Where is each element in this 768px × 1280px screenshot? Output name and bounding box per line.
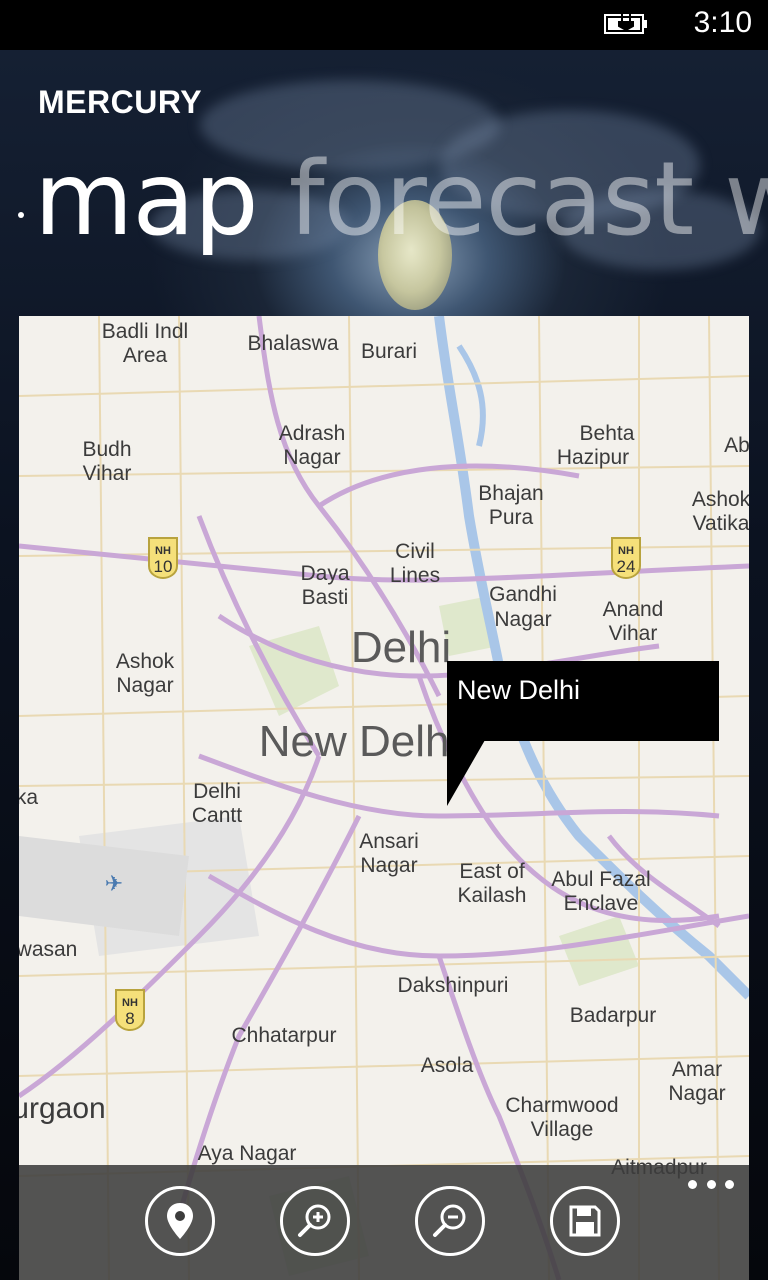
application-bar	[19, 1165, 749, 1280]
svg-text:Burari: Burari	[361, 340, 417, 363]
svg-text:Chhatarpur: Chhatarpur	[231, 1024, 336, 1047]
svg-text:Village: Village	[531, 1118, 594, 1141]
pivot-item-next[interactable]: w	[724, 140, 768, 259]
svg-text:Pura: Pura	[489, 506, 534, 529]
zoom-in-icon	[298, 1204, 331, 1237]
my-location-button[interactable]	[145, 1186, 215, 1256]
svg-text:Vihar: Vihar	[83, 462, 132, 485]
map-view[interactable]: ✈ NH 10 NH 24 NH 8 Badli Indl Area Bhala…	[19, 316, 749, 1280]
pivot-item-map[interactable]: map	[34, 140, 259, 259]
dot-icon	[706, 1180, 716, 1189]
svg-text:ka: ka	[19, 786, 38, 809]
svg-text:Nagar: Nagar	[360, 854, 417, 877]
pivot-item-forecast[interactable]: forecast	[289, 140, 694, 259]
zoom-out-button[interactable]	[415, 1186, 485, 1256]
svg-text:Cantt: Cantt	[192, 804, 242, 827]
svg-text:Lines: Lines	[390, 564, 440, 587]
svg-text:East of: East of	[459, 860, 525, 883]
zoom-out-icon	[433, 1204, 466, 1237]
callout-label: New Delhi	[457, 675, 581, 705]
svg-text:Basti: Basti	[302, 586, 349, 609]
svg-text:Amar: Amar	[672, 1058, 722, 1081]
location-pin-icon	[167, 1203, 193, 1239]
save-button[interactable]	[550, 1186, 620, 1256]
svg-text:Area: Area	[123, 344, 168, 367]
zoom-in-button[interactable]	[280, 1186, 350, 1256]
svg-text:Adrash: Adrash	[279, 422, 346, 445]
svg-text:Nagar: Nagar	[283, 446, 340, 469]
svg-text:Nagar: Nagar	[494, 608, 551, 631]
svg-text:Bhalaswa: Bhalaswa	[247, 332, 338, 355]
svg-text:Delhi: Delhi	[193, 780, 241, 803]
svg-text:Badarpur: Badarpur	[570, 1004, 656, 1027]
svg-text:✈: ✈	[105, 872, 123, 897]
svg-text:Civil: Civil	[395, 540, 435, 563]
svg-text:Asola: Asola	[421, 1054, 474, 1077]
svg-text:NH: NH	[155, 545, 171, 557]
svg-text:Charmwood: Charmwood	[505, 1094, 618, 1117]
svg-text:Nagar: Nagar	[668, 1082, 725, 1105]
callout-pointer	[447, 740, 485, 806]
svg-text:Dakshinpuri: Dakshinpuri	[398, 974, 509, 997]
svg-text:Hazipur: Hazipur	[557, 446, 629, 469]
svg-text:Anand: Anand	[603, 598, 664, 621]
dot-icon	[688, 1180, 697, 1189]
battery-charging-icon	[604, 14, 647, 34]
map-graphic: ✈ NH 10 NH 24 NH 8 Badli Indl Area Bhala…	[19, 316, 749, 1280]
svg-text:Delhi: Delhi	[351, 623, 451, 672]
pivot-header: map forecast w	[34, 140, 768, 259]
dot-icon	[725, 1180, 734, 1189]
svg-text:Gandhi: Gandhi	[489, 583, 557, 606]
svg-text:Abul Fazal: Abul Fazal	[551, 868, 650, 891]
svg-text:New Delhi: New Delhi	[259, 717, 460, 766]
svg-text:Aya Nagar: Aya Nagar	[198, 1142, 297, 1165]
svg-text:NH: NH	[122, 997, 138, 1009]
svg-text:Behta: Behta	[580, 422, 635, 445]
svg-text:wasan: wasan	[19, 938, 77, 961]
svg-text:Ashok: Ashok	[692, 488, 749, 511]
svg-text:8: 8	[125, 1009, 134, 1028]
status-bar: 3:10	[0, 0, 768, 50]
svg-text:Vihar: Vihar	[609, 622, 658, 645]
svg-text:Daya: Daya	[300, 562, 349, 585]
svg-text:Budh: Budh	[82, 438, 131, 461]
svg-text:urgaon: urgaon	[19, 1092, 106, 1125]
svg-text:Ab: Ab	[724, 434, 749, 457]
svg-text:NH: NH	[618, 545, 634, 557]
svg-text:Nagar: Nagar	[116, 674, 173, 697]
svg-text:Enclave: Enclave	[564, 892, 639, 915]
svg-text:Ashok: Ashok	[116, 650, 175, 673]
save-icon	[569, 1205, 601, 1237]
svg-text:Bhajan: Bhajan	[478, 482, 543, 505]
svg-text:Kailash: Kailash	[458, 884, 527, 907]
svg-text:24: 24	[617, 557, 636, 576]
clock: 3:10	[693, 6, 752, 39]
svg-text:Badli Indl: Badli Indl	[102, 320, 188, 343]
location-callout[interactable]: New Delhi	[447, 661, 719, 741]
app-title: MERCURY	[38, 84, 203, 120]
more-options-button[interactable]	[688, 1180, 734, 1196]
svg-text:Ansari: Ansari	[359, 830, 419, 853]
svg-text:Vatika: Vatika	[693, 512, 749, 535]
svg-text:10: 10	[154, 557, 173, 576]
